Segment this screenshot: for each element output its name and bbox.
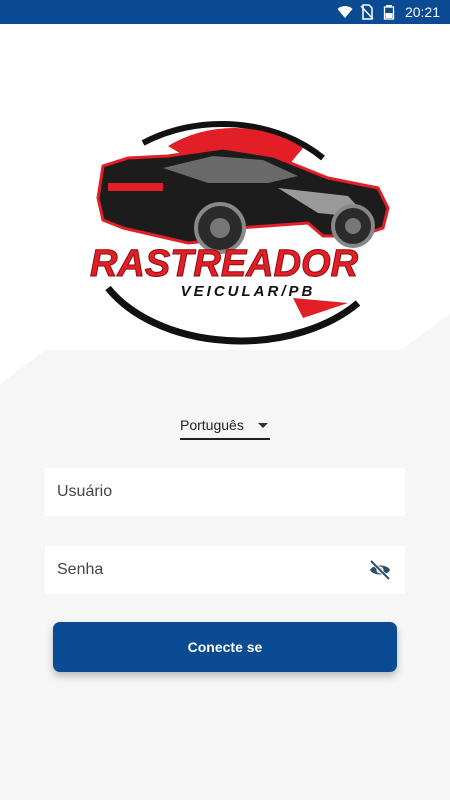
language-selector[interactable]: Português — [180, 412, 270, 440]
caret-down-icon — [257, 422, 268, 428]
username-input[interactable] — [57, 468, 393, 516]
app-logo: RASTREADOR VEICULAR/PB — [48, 48, 400, 348]
language-selected-label: Português — [180, 417, 244, 433]
eye-off-icon[interactable] — [367, 557, 393, 583]
username-field[interactable] — [45, 468, 405, 516]
logo-brand-line2: VEICULAR/PB — [181, 283, 316, 300]
wifi-icon — [337, 4, 353, 20]
status-time: 20:21 — [404, 4, 440, 20]
status-bar: 20:21 — [0, 0, 450, 24]
password-input[interactable] — [57, 546, 367, 594]
login-button[interactable]: Conecte se — [53, 622, 397, 672]
battery-icon — [381, 4, 397, 20]
logo-brand-line1: RASTREADOR — [90, 243, 359, 285]
password-field[interactable] — [45, 546, 405, 594]
no-sim-icon — [359, 4, 375, 20]
